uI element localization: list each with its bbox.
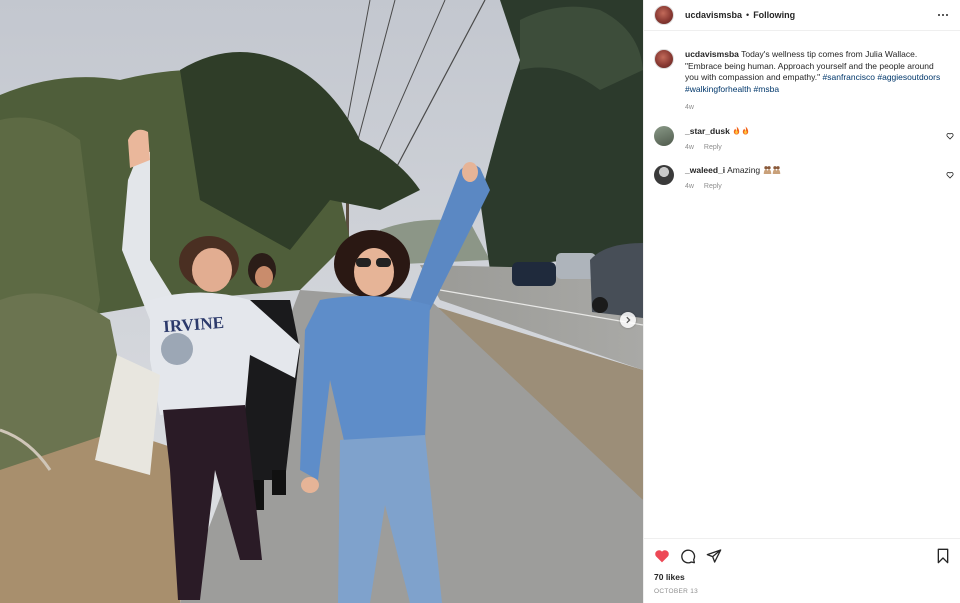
comment-item: _waleed_i Amazing 4w Reply [644,164,960,192]
chevron-right-icon [626,316,631,324]
caption: ucdavismsba Today's wellness tip comes f… [644,31,960,114]
comment-meta: 4w Reply [685,181,781,192]
post-actions: 70 likes OCTOBER 13 [644,538,960,595]
caption-time: 4w [685,104,694,111]
commenter-avatar[interactable] [654,164,674,185]
people-hugging-emoji-icon [763,165,771,174]
action-icons [654,546,951,566]
comment-like-heart-icon[interactable] [946,132,954,140]
post-side-panel: ucdavismsba • Following ucdavismsba Toda… [643,0,960,603]
author-username[interactable]: ucdavismsba [685,10,742,20]
comment-body: _waleed_i Amazing 4w Reply [685,165,781,192]
commenter-username[interactable]: _star_dusk [685,126,730,136]
header-separator: • [746,10,750,20]
following-button[interactable]: Following [753,10,795,20]
post-date: OCTOBER 13 [654,588,699,595]
likes-count[interactable]: 70 likes [654,572,951,582]
caption-avatar[interactable] [654,49,674,69]
comment-text: Amazing [727,164,761,175]
more-options-dot [941,13,945,17]
hashtag-link[interactable]: #msba [754,84,780,94]
post-photo[interactable]: IRVINE [0,0,643,603]
post-modal: IRVINE ucdavismsba • Following ucdavisms… [0,0,960,603]
reply-button[interactable]: Reply [704,183,722,190]
hashtag-link[interactable]: #aggiesoutdoors [877,72,940,82]
hashtag-link[interactable]: #walkingforhealth [685,84,751,94]
comment-meta: 4w Reply [685,142,750,153]
share-paper-plane-icon[interactable] [706,548,722,564]
comment-bubble-icon[interactable] [680,548,696,564]
save-bookmark-icon[interactable] [935,548,951,564]
more-options-dot [945,13,949,17]
photo-scene: IRVINE [0,0,643,603]
fire-emoji-icon [734,125,740,135]
more-options-icon [937,13,941,17]
next-photo-button[interactable] [620,312,636,328]
comment-like-heart-icon[interactable] [946,171,954,179]
caption-username[interactable]: ucdavismsba [685,49,739,59]
commenter-username[interactable]: _waleed_i [685,165,725,175]
reply-button[interactable]: Reply [704,144,722,151]
comment-item: _star_dusk 4w Reply [644,125,960,153]
comment-time: 4w [685,143,694,151]
people-hugging-emoji-icon [772,165,780,174]
hashtag-link[interactable]: #sanfrancisco [823,72,875,82]
comment-time: 4w [685,182,694,190]
post-header: ucdavismsba • Following [644,0,960,31]
comment-body: _star_dusk 4w Reply [685,126,750,153]
caption-text-block: ucdavismsba Today's wellness tip comes f… [685,49,945,114]
more-options-button[interactable] [936,10,950,20]
commenter-avatar[interactable] [654,125,674,146]
like-heart-icon[interactable] [654,548,670,564]
author-avatar[interactable] [654,5,674,25]
fire-emoji-icon [743,125,749,135]
